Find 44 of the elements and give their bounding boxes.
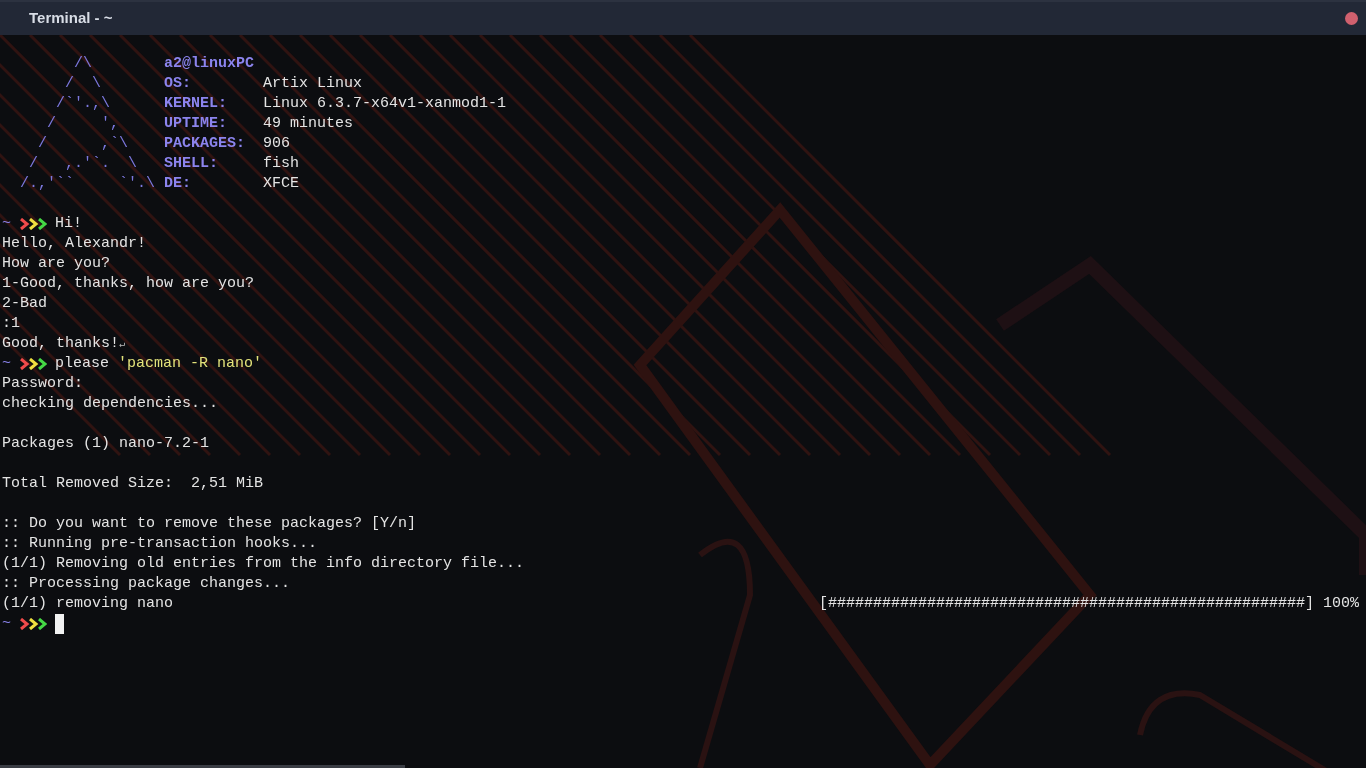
- info-label: OS:: [164, 74, 193, 94]
- info-value: Linux 6.3.7-x64v1-xanmod1-1: [263, 94, 507, 114]
- progress-percent: 100%: [1323, 595, 1359, 612]
- prompt-directory: ~: [2, 355, 11, 372]
- output-line: checking dependencies...: [2, 395, 219, 412]
- command-text: please: [55, 355, 110, 372]
- progress-text: [#####################################################]: [818, 595, 1314, 612]
- line-end-mark: ↵: [119, 339, 126, 350]
- output-line: (1/1) Removing old entries from the info directory file...: [2, 555, 525, 572]
- output-line: :1: [2, 315, 20, 332]
- prompt-directory: ~: [2, 215, 11, 232]
- output-line: Good, thanks!: [2, 335, 120, 352]
- chevrons-icon: [19, 218, 47, 230]
- output-line: :: Do you want to remove these packages? [Y/n]: [2, 515, 417, 532]
- info-value: 906: [263, 134, 291, 154]
- scrollbar[interactable]: [0, 765, 405, 768]
- ascii-logo: /\ / \ /`'.,\ / ', / ,`\ / ,.'`. \ /.,'`` `'.\: [19, 54, 157, 194]
- output-line: How are you?: [2, 255, 111, 272]
- window-title: Terminal - ~: [29, 8, 113, 29]
- info-value: XFCE: [263, 174, 300, 194]
- chevrons-icon: [19, 618, 47, 630]
- chevrons-icon: [19, 358, 47, 370]
- output-line: Password:: [2, 375, 83, 392]
- prompt-directory: ~: [2, 615, 11, 632]
- info-user: a2@linuxPC: [164, 54, 256, 74]
- info-value: fish: [263, 154, 300, 174]
- output-line: :: Processing package changes...: [2, 575, 291, 592]
- output-line: Hello, Alexandr!: [2, 235, 147, 252]
- command-argument: 'pacman -R nano': [118, 355, 263, 372]
- info-label: PACKAGES:: [164, 134, 247, 154]
- close-button[interactable]: [1345, 12, 1358, 25]
- info-value: 49 minutes: [263, 114, 354, 134]
- output-line: 2-Bad: [2, 295, 47, 312]
- output-line: 1-Good, thanks, how are you?: [2, 275, 255, 292]
- output-line: Total Removed Size: 2,51 MiB: [2, 475, 264, 492]
- info-label: KERNEL:: [164, 94, 229, 114]
- info-label: SHELL:: [164, 154, 220, 174]
- info-label: DE:: [164, 174, 193, 194]
- info-value: Artix Linux: [263, 74, 363, 94]
- command-text: Hi!: [55, 215, 83, 232]
- output-line: (1/1) removing nano: [2, 594, 174, 614]
- output-line: :: Running pre-transaction hooks...: [2, 535, 318, 552]
- info-label: UPTIME:: [164, 114, 229, 134]
- output-line: Packages (1) nano-7.2-1: [2, 435, 210, 452]
